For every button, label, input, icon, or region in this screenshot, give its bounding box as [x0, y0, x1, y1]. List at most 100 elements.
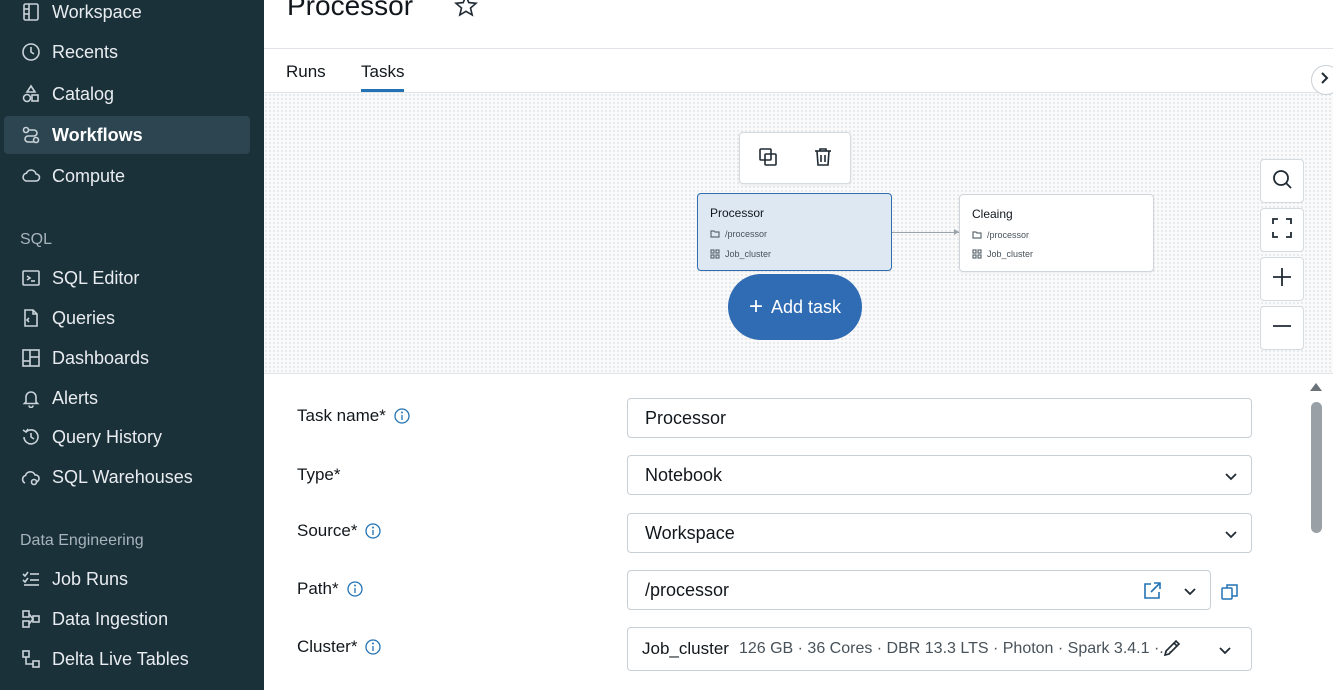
sidebar-item-data-ingestion[interactable]: Data Ingestion	[4, 600, 250, 638]
sidebar-item-label: SQL Warehouses	[52, 466, 193, 487]
tab-runs[interactable]: Runs	[286, 62, 326, 82]
cluster-icon	[972, 249, 982, 259]
sidebar-item-sql-editor[interactable]: SQL Editor	[4, 259, 250, 297]
type-value: Notebook	[645, 464, 723, 485]
plus-icon: +	[748, 293, 763, 320]
zoom-out-button[interactable]	[1260, 306, 1304, 350]
sidebar-item-label: Workflows	[52, 124, 143, 145]
path-value: /processor	[645, 579, 730, 600]
workflows-icon	[20, 124, 42, 146]
sidebar-item-label: Dashboards	[52, 347, 150, 368]
task-node-title: Processor	[710, 206, 765, 220]
task-node-cleaing[interactable]: Cleaing /processor Job_cluster	[959, 194, 1154, 272]
sidebar-item-label: Compute	[52, 165, 126, 186]
search-canvas-button[interactable]	[1260, 159, 1304, 203]
edit-pencil-icon[interactable]	[1161, 637, 1183, 659]
sidebar-item-label: Catalog	[52, 83, 115, 104]
star-icon[interactable]	[454, 0, 478, 18]
canvas-divider	[264, 373, 1333, 374]
ingestion-icon	[20, 608, 42, 630]
sidebar-item-dashboards[interactable]: Dashboards	[4, 339, 250, 377]
sidebar-item-workspace[interactable]: Workspace	[4, 0, 250, 31]
section-label-data-engineering: Data Engineering	[20, 532, 144, 549]
copy-icon	[757, 146, 779, 173]
sidebar-item-label: Queries	[52, 307, 116, 328]
sidebar-item-label: Job Runs	[52, 568, 129, 589]
sidebar-item-compute[interactable]: Compute	[4, 157, 250, 195]
add-task-label: Add task	[770, 296, 842, 317]
cluster-specs: 126 GB · 36 Cores · DBR 13.3 LTS · Photo…	[738, 640, 1173, 657]
header-divider	[264, 48, 1333, 49]
task-node-path-text: /processor	[987, 230, 1030, 240]
type-select[interactable]: Notebook	[627, 455, 1252, 495]
task-node-cluster: Job_cluster	[972, 249, 1033, 259]
search-icon	[1270, 167, 1294, 196]
sidebar-item-catalog[interactable]: Catalog	[4, 75, 250, 113]
source-label-text: Source*	[297, 521, 358, 540]
fit-view-button[interactable]	[1260, 208, 1304, 252]
sidebar-item-job-runs[interactable]: Job Runs	[4, 560, 250, 598]
minus-icon	[1270, 314, 1294, 343]
info-icon[interactable]	[394, 408, 410, 424]
sidebar-item-sql-warehouses[interactable]: SQL Warehouses	[4, 458, 250, 496]
info-icon[interactable]	[365, 523, 382, 539]
chevron-down-icon[interactable]	[1217, 642, 1233, 658]
folder-icon	[710, 230, 720, 238]
sidebar-item-alerts[interactable]: Alerts	[4, 379, 250, 417]
sidebar-item-label: Data Ingestion	[52, 608, 169, 629]
dashboard-icon	[20, 347, 42, 369]
chevron-down-icon	[1223, 468, 1239, 484]
scroll-up-arrow[interactable]	[1310, 383, 1322, 391]
info-icon[interactable]	[365, 639, 382, 655]
cluster-label: Cluster*	[297, 637, 382, 657]
chevron-down-icon	[1223, 526, 1239, 542]
task-node-title: Cleaing	[972, 207, 1013, 221]
info-icon[interactable]	[346, 581, 363, 597]
zoom-in-button[interactable]	[1260, 257, 1304, 301]
query-file-icon	[20, 307, 42, 329]
warehouse-icon	[20, 466, 42, 488]
cluster-label-text: Cluster*	[297, 637, 358, 656]
sidebar-item-delta-live-tables[interactable]: Delta Live Tables	[4, 640, 250, 678]
task-node-cluster-text: Job_cluster	[725, 249, 772, 259]
sidebar: Workspace Recents Catalog Workflows Comp…	[0, 0, 264, 690]
history-icon	[20, 426, 42, 448]
task-node-path-text: /processor	[725, 229, 768, 239]
cluster-select[interactable]: Job_cluster 126 GB · 36 Cores · DBR 13.3…	[627, 627, 1252, 671]
path-label-text: Path*	[297, 579, 339, 598]
type-label: Type*	[297, 465, 340, 485]
plus-icon	[1270, 265, 1294, 294]
trash-icon	[812, 146, 834, 173]
scrollbar-thumb[interactable]	[1311, 402, 1322, 533]
delete-task-button[interactable]	[810, 146, 836, 172]
copy-icon	[1220, 584, 1240, 606]
source-value: Workspace	[645, 522, 735, 543]
chevron-down-icon[interactable]	[1182, 583, 1198, 599]
sidebar-item-query-history[interactable]: Query History	[4, 418, 250, 456]
sidebar-item-label: SQL Editor	[52, 267, 140, 288]
cloud-icon	[20, 165, 42, 187]
pipeline-icon	[20, 648, 42, 670]
collapse-panel-button[interactable]	[1311, 65, 1333, 95]
clock-icon	[20, 41, 42, 63]
fullscreen-icon	[1270, 216, 1294, 245]
sidebar-item-recents[interactable]: Recents	[4, 33, 250, 71]
path-input[interactable]: /processor	[627, 570, 1211, 610]
page-title: Processor	[287, 0, 414, 21]
sidebar-item-workflows[interactable]: Workflows	[4, 116, 250, 154]
sidebar-item-label: Delta Live Tables	[52, 648, 189, 669]
sidebar-item-label: Recents	[52, 41, 119, 62]
tab-tasks[interactable]: Tasks	[361, 62, 404, 82]
sidebar-item-label: Alerts	[52, 387, 99, 408]
source-select[interactable]: Workspace	[627, 513, 1252, 553]
task-node-processor[interactable]: Processor /processor Job_cluster	[697, 193, 892, 271]
task-name-input[interactable]: Processor	[627, 398, 1252, 438]
terminal-icon	[20, 267, 42, 289]
open-external-icon[interactable]	[1141, 580, 1163, 602]
sidebar-item-queries[interactable]: Queries	[4, 299, 250, 337]
add-task-button[interactable]: + Add task	[728, 274, 862, 340]
task-node-cluster: Job_cluster	[710, 249, 771, 259]
list-check-icon	[20, 568, 42, 590]
duplicate-task-button[interactable]	[755, 146, 781, 172]
copy-path-button[interactable]	[1220, 582, 1242, 604]
